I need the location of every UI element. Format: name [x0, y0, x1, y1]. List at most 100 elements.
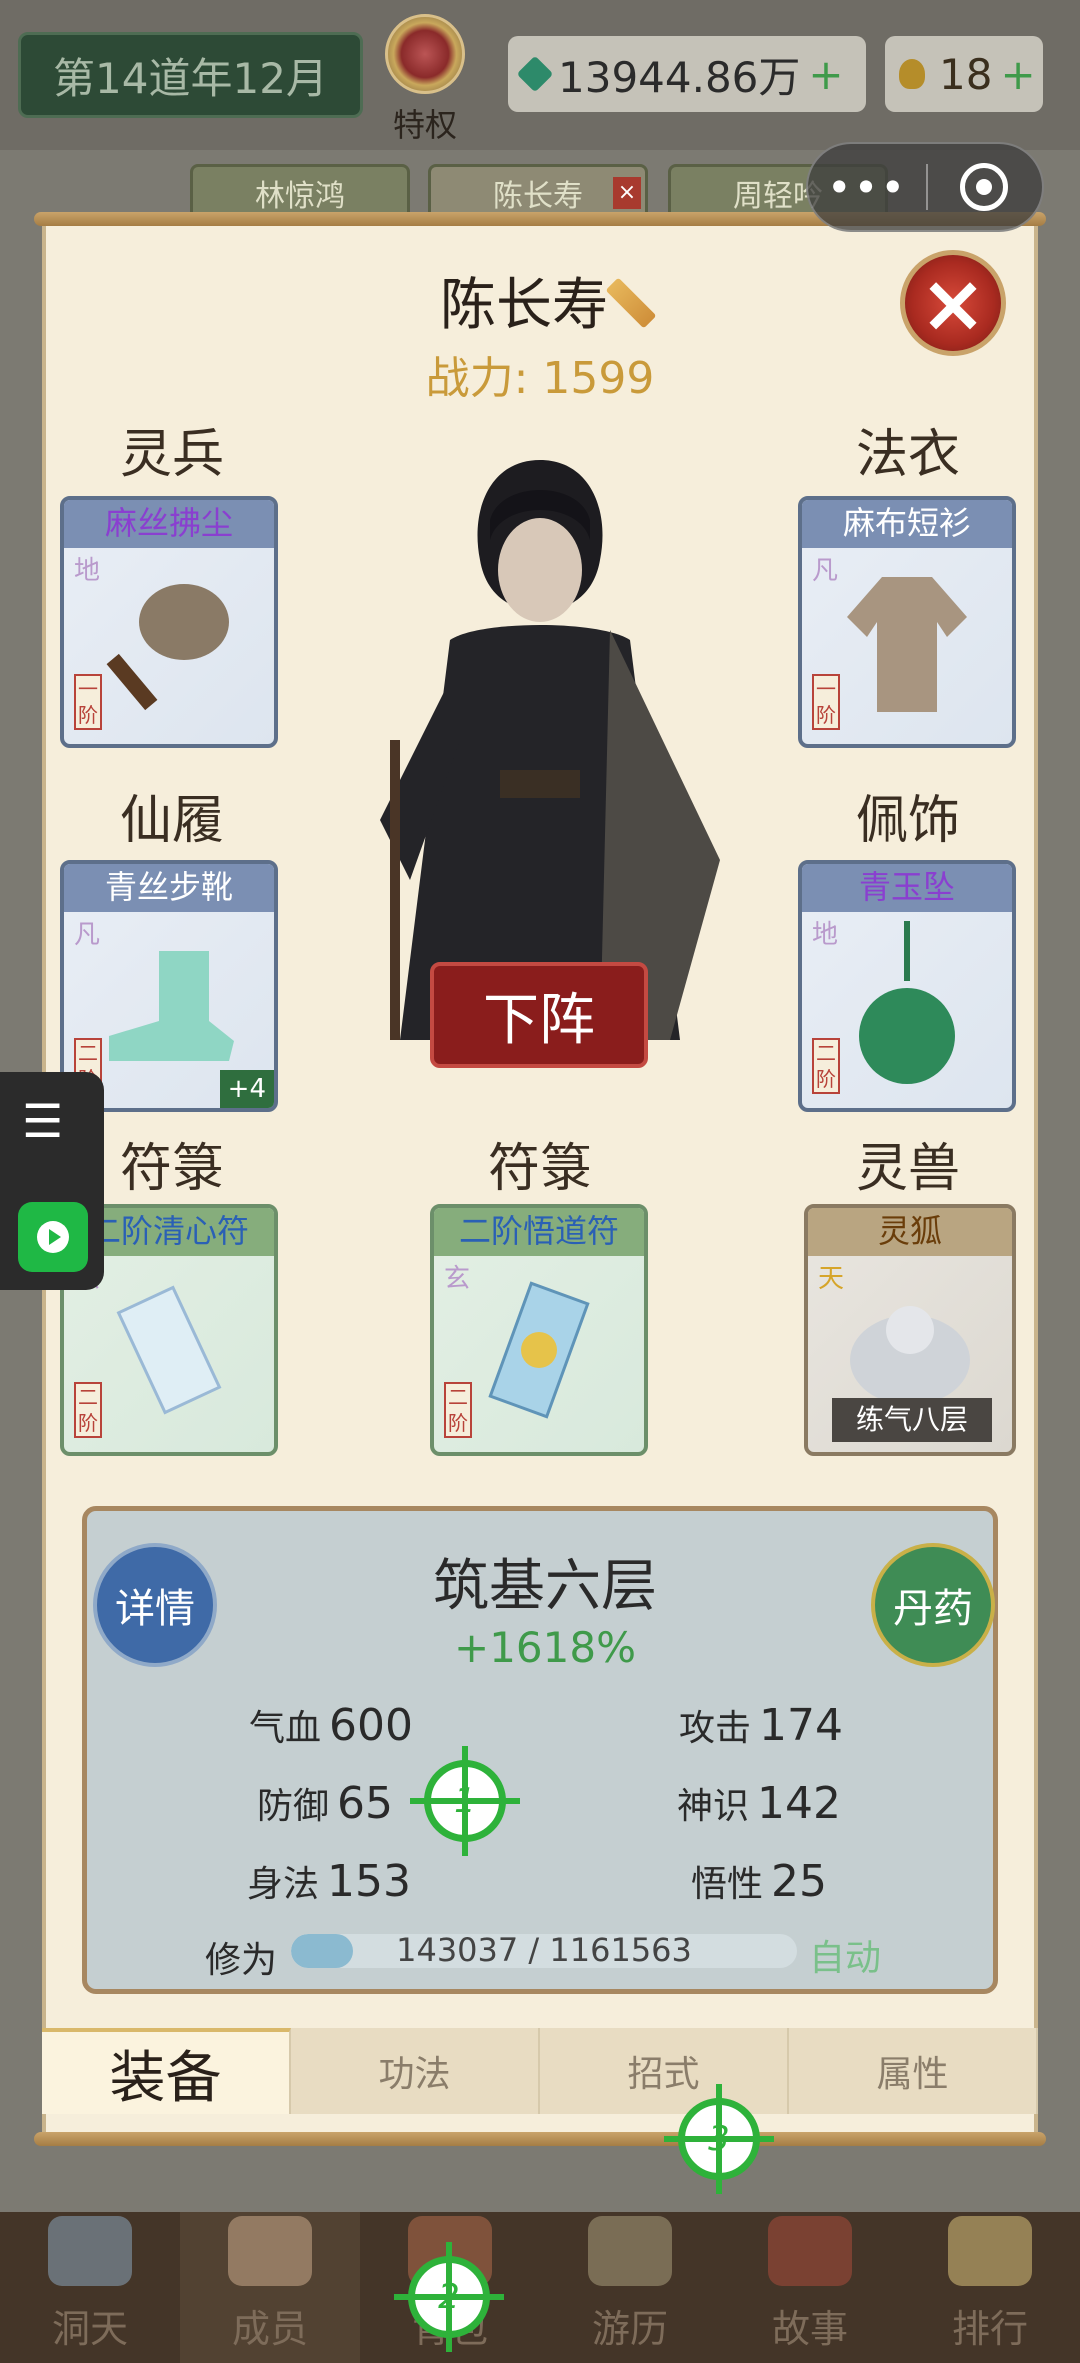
accessory-slot-title: 佩饰: [855, 791, 960, 851]
stat-hp-label: 气血: [249, 1708, 322, 1749]
stat-wisdom: 悟性 25: [691, 1855, 827, 1907]
cave-icon: [48, 2216, 132, 2286]
stat-defense: 防御 65: [257, 1777, 393, 1829]
tab-skills[interactable]: 功法: [291, 2028, 540, 2114]
whisk-icon: [106, 583, 229, 710]
stats-panel: 筑基六层 +1618% 详情 丹药 气血 600 攻击 174 防御 65 神识 142…: [82, 1506, 998, 1994]
miniprogram-capsule: •••: [806, 142, 1044, 232]
member-tab-2-label: 陈长寿: [493, 179, 583, 214]
nav-rank[interactable]: 排行: [900, 2212, 1080, 2363]
talisman1-tier: 二阶: [74, 1382, 102, 1438]
coin-icon: [899, 59, 925, 89]
nav-story-label: 故事: [771, 2307, 848, 2351]
elixir-button[interactable]: 丹药: [871, 1543, 995, 1667]
beast-name: 灵狐: [808, 1208, 1012, 1256]
stat-wisdom-value: 25: [771, 1856, 828, 1907]
weapon-item-name: 麻丝拂尘: [64, 500, 274, 548]
accessory-slot[interactable]: 青玉坠 地 二阶: [798, 860, 1016, 1112]
stat-agility-label: 身法: [247, 1864, 320, 1905]
taiji-talisman-icon: [488, 1280, 590, 1419]
coin-amount: 18: [939, 49, 993, 99]
cultivation-realm: 筑基六层: [433, 1554, 657, 1619]
robe-tier: 一阶: [812, 674, 840, 730]
stat-spirit-value: 142: [757, 1778, 841, 1829]
tab-equipment[interactable]: 装备: [42, 2028, 291, 2114]
beast-slot-title: 灵兽: [855, 1139, 960, 1199]
accessory-tier: 二阶: [812, 1038, 840, 1094]
tab-moves[interactable]: 招式: [540, 2028, 789, 2114]
auto-cultivate-button[interactable]: 自动: [809, 1929, 881, 1981]
stat-attack: 攻击 174: [679, 1699, 843, 1751]
weapon-slot[interactable]: 麻丝拂尘 地 一阶: [60, 496, 278, 748]
stat-defense-label: 防御: [257, 1786, 330, 1827]
stat-spirit-label: 神识: [677, 1786, 750, 1827]
stat-hp-value: 600: [329, 1700, 413, 1751]
book-icon: [768, 2216, 852, 2286]
spirit-stone-icon: [516, 55, 554, 93]
spirit-stone-amount: 13944.86万: [558, 52, 801, 102]
tutorial-marker-2[interactable]: 2: [394, 2242, 504, 2352]
robe-icon: [847, 576, 967, 712]
panel-tab-bar: 装备 功法 招式 属性: [42, 2028, 1038, 2114]
spirit-stone-currency[interactable]: 13944.86万 +: [508, 36, 866, 112]
member-tab-close-icon[interactable]: ×: [613, 177, 641, 209]
nav-rank-label: 排行: [951, 2307, 1028, 2351]
accessory-grade: 地: [812, 920, 839, 950]
stat-agility: 身法 153: [247, 1855, 411, 1907]
edit-name-pencil-icon[interactable]: [605, 277, 657, 329]
robe-item-name: 麻布短衫: [802, 500, 1012, 548]
list-menu-icon[interactable]: ☰: [22, 1094, 63, 1148]
spirit-stone-add-button[interactable]: +: [808, 50, 843, 99]
bottom-nav: 洞天 成员 背包 游历 故事 排行: [0, 2212, 1080, 2363]
talisman2-tier: 二阶: [444, 1382, 472, 1438]
talisman2-slot[interactable]: 二阶悟道符 玄 二阶: [430, 1204, 648, 1456]
privilege-label[interactable]: 特权: [385, 100, 465, 146]
boots-grade: 凡: [74, 920, 101, 950]
boot-icon: [109, 950, 234, 1061]
exit-target-icon[interactable]: [960, 163, 1008, 211]
weapon-grade: 地: [74, 556, 101, 586]
cultivation-xp-label: 修为: [205, 1940, 278, 1981]
beast-level: 练气八层: [832, 1398, 992, 1442]
nav-travel-label: 游历: [591, 2307, 668, 2351]
coin-currency[interactable]: 18 +: [885, 36, 1043, 112]
weapon-slot-title: 灵兵: [119, 425, 224, 485]
tutorial-marker-1[interactable]: 1: [410, 1746, 520, 1856]
talisman-paper-icon: [116, 1284, 222, 1415]
capsule-divider: [926, 164, 928, 210]
nav-cave[interactable]: 洞天: [0, 2212, 180, 2363]
robe-grade: 凡: [812, 556, 839, 586]
unassign-button[interactable]: 下阵: [430, 962, 648, 1068]
talisman2-grade: 玄: [444, 1264, 471, 1294]
boots-item-name: 青丝步靴: [64, 864, 274, 912]
game-date: 第14道年12月: [18, 32, 363, 118]
details-button[interactable]: 详情: [93, 1543, 217, 1667]
combat-power-value: 1599: [542, 353, 655, 404]
more-menu-icon[interactable]: •••: [808, 163, 926, 212]
robe-slot[interactable]: 麻布短衫 凡 一阶: [798, 496, 1016, 748]
close-panel-button[interactable]: ×: [900, 250, 1006, 356]
nav-story[interactable]: 故事: [720, 2212, 900, 2363]
stat-defense-value: 65: [337, 1778, 394, 1829]
coin-add-button[interactable]: +: [1000, 50, 1035, 99]
robe-slot-title: 法衣: [855, 425, 960, 485]
floating-side-widget: ☰: [0, 1072, 104, 1290]
nav-travel[interactable]: 游历: [540, 2212, 720, 2363]
combat-power-label: 战力:: [425, 353, 529, 404]
talisman2-item-name: 二阶悟道符: [434, 1208, 644, 1256]
stat-hp: 气血 600: [249, 1699, 413, 1751]
stat-attack-label: 攻击: [679, 1708, 752, 1749]
tutorial-marker-3[interactable]: 3: [664, 2084, 774, 2194]
panel-bottom-rod: [34, 2132, 1046, 2146]
realm-boost: +1618%: [454, 1623, 636, 1672]
cultivation-xp-text: 143037 / 1161563: [396, 1931, 692, 1969]
nav-members[interactable]: 成员: [180, 2212, 360, 2363]
nav-members-label: 成员: [231, 2307, 308, 2351]
beast-slot[interactable]: 灵狐 天 练气八层: [804, 1204, 1016, 1456]
play-icon[interactable]: [18, 1202, 88, 1272]
tab-attributes[interactable]: 属性: [789, 2028, 1038, 2114]
privilege-emblem-icon[interactable]: [385, 14, 465, 94]
stat-agility-value: 153: [327, 1856, 411, 1907]
boots-slot-title: 仙履: [119, 791, 224, 851]
members-icon: [228, 2216, 312, 2286]
